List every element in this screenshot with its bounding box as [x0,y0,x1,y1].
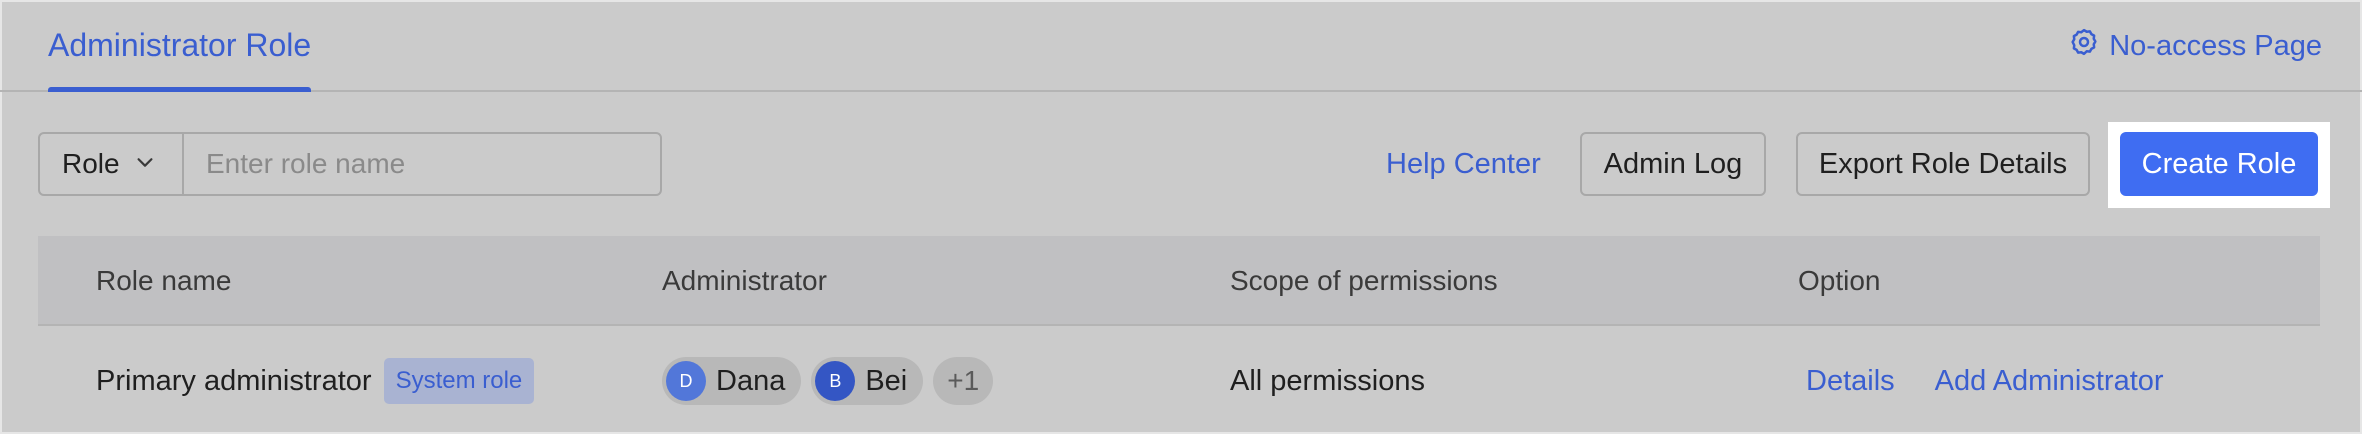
export-role-details-button[interactable]: Export Role Details [1796,132,2090,196]
column-header-option: Option [1798,265,1881,296]
admin-name: Dana [716,364,786,397]
more-admins-chip[interactable]: +1 [933,357,994,405]
role-filter-select[interactable]: Role [40,134,184,194]
tab-administrator-role[interactable]: Administrator Role [48,22,312,92]
administrator-cell: D Dana B Bei +1 [662,326,994,434]
create-role-button[interactable]: Create Role [2120,132,2318,196]
details-link[interactable]: Details [1806,365,1895,398]
admin-name: Bei [865,364,908,397]
no-access-page-link[interactable]: No-access Page [2069,26,2322,66]
column-header-administrator: Administrator [662,265,827,296]
admin-chip-bei[interactable]: B Bei [811,357,924,405]
no-access-label: No-access Page [2109,29,2322,62]
admin-log-button[interactable]: Admin Log [1580,132,1766,196]
option-cell: Details Add Administrator [1806,326,2164,434]
chevron-down-icon [134,148,156,180]
roles-table: Role name Administrator Scope of permiss… [38,236,2320,434]
scope-value: All permissions [1230,364,1425,397]
top-tab-bar: Administrator Role No-access Page [0,0,2362,92]
add-administrator-link[interactable]: Add Administrator [1935,365,2164,398]
tab-label: Administrator Role [48,27,312,63]
scope-cell: All permissions [1230,326,1425,434]
column-header-role-name: Role name [96,265,232,296]
avatar: D [666,361,706,401]
role-search-group: Role [38,132,662,196]
role-name: Primary administrator [96,364,372,397]
role-filter-value: Role [62,148,120,179]
table-header: Role name Administrator Scope of permiss… [38,236,2320,326]
create-role-highlight: Create Role [2108,122,2330,208]
role-name-search-input[interactable] [184,134,660,194]
admin-chip-dana[interactable]: D Dana [662,357,802,405]
active-tab-underline [48,87,312,92]
column-header-scope: Scope of permissions [1230,265,1498,296]
role-name-cell: Primary administrator System role [96,326,535,434]
system-role-badge: System role [383,358,535,404]
help-center-link[interactable]: Help Center [1386,142,1541,186]
avatar: B [815,361,856,401]
table-row: Primary administrator System role D Dana… [38,326,2320,434]
gear-icon [2069,27,2099,65]
